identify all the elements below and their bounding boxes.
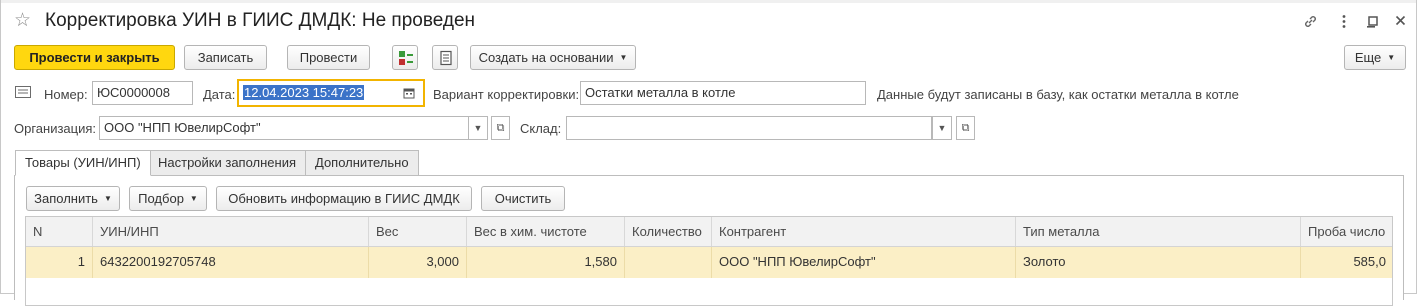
dropdown-caret-icon: ▼ xyxy=(1387,53,1396,62)
tab-additional[interactable]: Дополнительно xyxy=(305,150,419,176)
column-header-quantity[interactable]: Количество xyxy=(625,217,712,246)
maximize-icon[interactable] xyxy=(1368,14,1378,32)
cell-quantity[interactable] xyxy=(625,247,712,278)
fill-button[interactable]: Заполнить ▼ xyxy=(26,186,120,211)
dropdown-caret-icon: ▼ xyxy=(619,53,628,62)
more-vert-icon[interactable] xyxy=(1341,14,1347,32)
post-and-close-button[interactable]: Провести и закрыть xyxy=(14,45,175,70)
cell-pure-weight[interactable]: 1,580 xyxy=(467,247,625,278)
cell-n[interactable]: 1 xyxy=(26,247,93,278)
table-header: N УИН/ИНП Вес Вес в хим. чистоте Количес… xyxy=(26,217,1392,247)
dropdown-caret-icon: ▼ xyxy=(103,194,112,203)
document-window: ☆ Корректировка УИН в ГИИС ДМДК: Не пров… xyxy=(0,0,1417,306)
post-button[interactable]: Провести xyxy=(287,45,370,70)
warehouse-label: Склад: xyxy=(520,121,562,136)
tab-goods[interactable]: Товары (УИН/ИНП) xyxy=(15,150,151,176)
structure-button[interactable] xyxy=(392,45,418,70)
calendar-icon[interactable] xyxy=(403,87,415,102)
variant-note: Данные будут записаны в базу, как остатк… xyxy=(877,87,1239,102)
table-row[interactable]: 1 6432200192705748 3,000 1,580 ООО "НПП … xyxy=(26,247,1392,278)
star-icon[interactable]: ☆ xyxy=(14,11,31,31)
select-label: Подбор xyxy=(138,191,184,206)
create-based-on-label: Создать на основании xyxy=(478,50,614,65)
update-gis-button[interactable]: Обновить информацию в ГИИС ДМДК xyxy=(216,186,472,211)
more-label: Еще xyxy=(1354,50,1382,65)
column-header-n[interactable]: N xyxy=(26,217,93,246)
organization-open-icon[interactable]: ⧉ xyxy=(491,116,510,140)
select-button[interactable]: Подбор ▼ xyxy=(129,186,207,211)
warehouse-open-icon[interactable]: ⧉ xyxy=(956,116,975,140)
organization-field[interactable]: ООО "НПП ЮвелирСофт" xyxy=(99,116,469,140)
dropdown-caret-icon: ▼ xyxy=(189,194,198,203)
date-field[interactable]: 12.04.2023 15:47:23 xyxy=(237,79,425,107)
organization-label: Организация: xyxy=(14,121,97,136)
save-button[interactable]: Записать xyxy=(184,45,267,70)
cell-uin[interactable]: 6432200192705748 xyxy=(93,247,369,278)
cell-fineness[interactable]: 585,0 xyxy=(1301,247,1393,278)
variant-label: Вариант корректировки: xyxy=(433,87,580,102)
link-icon[interactable] xyxy=(1303,14,1318,32)
number-label: Номер: xyxy=(44,87,88,102)
column-header-uin[interactable]: УИН/ИНП xyxy=(93,217,369,246)
column-header-metal-type[interactable]: Тип металла xyxy=(1016,217,1301,246)
warehouse-field[interactable] xyxy=(566,116,932,140)
organization-dropdown-icon[interactable]: ▼ xyxy=(468,116,488,140)
date-label: Дата: xyxy=(203,87,236,102)
cell-metal-type[interactable]: Золото xyxy=(1016,247,1301,278)
more-button[interactable]: Еще ▼ xyxy=(1344,45,1406,70)
top-border xyxy=(1,0,1416,3)
number-field[interactable]: ЮС0000008 xyxy=(92,81,193,105)
warehouse-dropdown-icon[interactable]: ▼ xyxy=(932,116,952,140)
cell-weight[interactable]: 3,000 xyxy=(369,247,467,278)
goods-table: N УИН/ИНП Вес Вес в хим. чистоте Количес… xyxy=(25,216,1393,306)
print-button[interactable] xyxy=(432,45,458,70)
clear-button[interactable]: Очистить xyxy=(481,186,565,211)
column-header-pure-weight[interactable]: Вес в хим. чистоте xyxy=(467,217,625,246)
column-header-weight[interactable]: Вес xyxy=(369,217,467,246)
document-icon xyxy=(15,86,31,101)
date-value: 12.04.2023 15:47:23 xyxy=(243,85,365,100)
title-bar: ☆ Корректировка УИН в ГИИС ДМДК: Не пров… xyxy=(1,4,1416,38)
cell-contractor[interactable]: ООО "НПП ЮвелирСофт" xyxy=(712,247,1016,278)
tab-fill-settings[interactable]: Настройки заполнения xyxy=(148,150,307,176)
print-icon xyxy=(440,50,452,66)
window-title: Корректировка УИН в ГИИС ДМДК: Не провед… xyxy=(45,10,476,31)
variant-field[interactable]: Остатки металла в котле xyxy=(580,81,866,105)
create-based-on-button[interactable]: Создать на основании ▼ xyxy=(470,45,636,70)
close-icon[interactable] xyxy=(1395,14,1406,32)
fill-label: Заполнить xyxy=(34,191,98,206)
column-header-fineness[interactable]: Проба число xyxy=(1301,217,1393,246)
structure-icon xyxy=(399,51,413,65)
column-header-contractor[interactable]: Контрагент xyxy=(712,217,1016,246)
